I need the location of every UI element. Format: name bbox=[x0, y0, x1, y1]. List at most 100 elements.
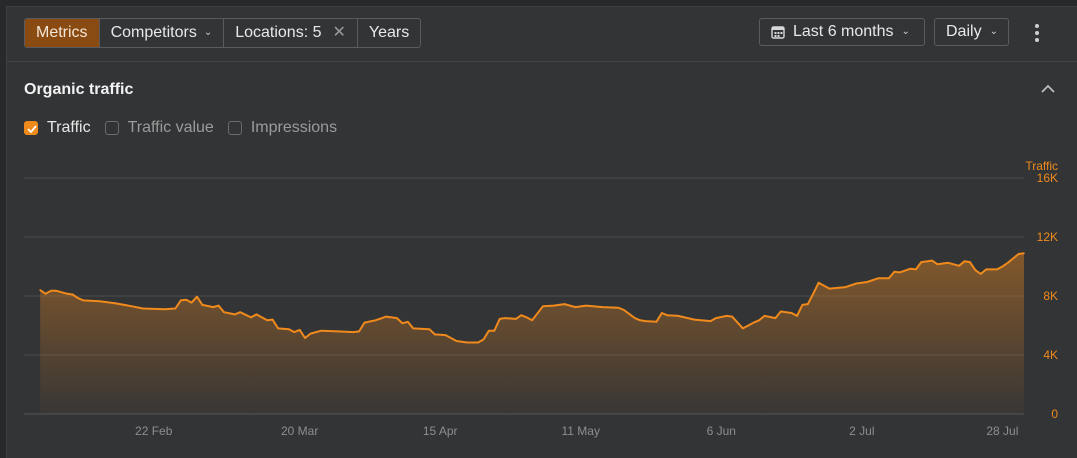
traffic-data-point bbox=[780, 310, 782, 313]
traffic-data-point bbox=[455, 340, 458, 342]
traffic-data-point bbox=[1007, 262, 1009, 264]
traffic-data-point bbox=[1023, 252, 1025, 254]
traffic-data-point bbox=[352, 331, 355, 333]
traffic-data-point bbox=[877, 277, 879, 280]
traffic-data-point bbox=[542, 305, 544, 308]
traffic-data-point bbox=[758, 319, 760, 322]
traffic-data-point bbox=[385, 315, 388, 318]
traffic-data-point bbox=[969, 261, 971, 263]
traffic-data-point bbox=[250, 316, 252, 319]
x-tick-label: 20 Mar bbox=[281, 424, 318, 438]
traffic-data-point bbox=[498, 318, 501, 320]
traffic-data-point bbox=[374, 319, 377, 322]
traffic-data-point bbox=[774, 317, 777, 319]
traffic-data-point bbox=[931, 259, 933, 262]
traffic-data-point bbox=[731, 315, 733, 318]
traffic-panel: Metrics Competitors ⌄ Locations: 5 ✕ Yea… bbox=[6, 6, 1077, 458]
traffic-data-point bbox=[601, 306, 604, 308]
traffic-data-point bbox=[920, 261, 923, 263]
traffic-data-point bbox=[407, 321, 409, 323]
traffic-data-point bbox=[693, 318, 696, 321]
traffic-data-point bbox=[974, 269, 977, 272]
x-tick-label: 11 May bbox=[562, 424, 600, 438]
traffic-data-point bbox=[520, 314, 523, 317]
traffic-data-point bbox=[212, 306, 214, 308]
traffic-data-point bbox=[909, 267, 912, 270]
traffic-data-point bbox=[309, 332, 312, 335]
traffic-data-point bbox=[915, 268, 917, 271]
traffic-data-point bbox=[715, 317, 717, 319]
traffic-data-point bbox=[363, 321, 366, 324]
traffic-data-point bbox=[266, 319, 269, 322]
traffic-data-point bbox=[752, 321, 755, 324]
traffic-data-point bbox=[666, 314, 668, 317]
traffic-data-point bbox=[190, 301, 193, 304]
traffic-data-point bbox=[655, 321, 658, 323]
traffic-data-point bbox=[466, 341, 469, 344]
traffic-data-point bbox=[796, 315, 798, 317]
traffic-data-point bbox=[196, 295, 198, 298]
traffic-data-point bbox=[996, 268, 998, 271]
traffic-data-point bbox=[66, 293, 68, 295]
x-tick-label: 6 Jun bbox=[707, 424, 736, 438]
traffic-data-point bbox=[174, 307, 177, 310]
traffic-data-point bbox=[617, 307, 620, 309]
traffic-data-point bbox=[552, 304, 555, 307]
traffic-data-point bbox=[288, 328, 290, 331]
traffic-data-point bbox=[531, 319, 533, 322]
traffic-data-point bbox=[1017, 253, 1020, 255]
y-tick-label: 8K bbox=[1043, 289, 1058, 303]
traffic-data-point bbox=[866, 281, 868, 283]
traffic-data-point bbox=[763, 315, 766, 317]
y-tick-label: 12K bbox=[1037, 230, 1058, 244]
traffic-data-point bbox=[115, 302, 117, 305]
traffic-data-point bbox=[77, 297, 79, 300]
traffic-data-point bbox=[44, 293, 47, 295]
traffic-area bbox=[40, 253, 1024, 414]
traffic-data-point bbox=[828, 287, 831, 290]
x-tick-label: 28 Jul bbox=[986, 424, 1018, 438]
traffic-data-point bbox=[709, 320, 712, 322]
traffic-data-point bbox=[1001, 265, 1004, 268]
traffic-data-point bbox=[1012, 257, 1014, 260]
traffic-data-point bbox=[634, 317, 636, 319]
traffic-data-point bbox=[201, 304, 204, 306]
traffic-data-point bbox=[336, 330, 339, 333]
traffic-data-point bbox=[958, 265, 960, 267]
traffic-data-point bbox=[515, 318, 517, 320]
traffic-data-point bbox=[223, 311, 225, 314]
traffic-data-point bbox=[742, 327, 744, 330]
traffic-data-point bbox=[482, 338, 485, 341]
traffic-data-point bbox=[493, 329, 496, 332]
traffic-data-point bbox=[180, 299, 182, 302]
traffic-data-point bbox=[71, 293, 74, 296]
traffic-data-point bbox=[239, 311, 241, 314]
traffic-data-point bbox=[936, 263, 939, 266]
traffic-data-point bbox=[644, 320, 647, 322]
traffic-data-point bbox=[893, 270, 896, 273]
traffic-data-point bbox=[661, 312, 663, 314]
traffic-data-point bbox=[304, 337, 306, 339]
y-tick-label: 0 bbox=[1051, 407, 1058, 421]
traffic-data-point bbox=[807, 303, 809, 305]
traffic-data-point bbox=[396, 317, 398, 319]
traffic-data-point bbox=[525, 316, 528, 319]
traffic-data-point bbox=[412, 327, 415, 330]
traffic-data-point bbox=[801, 304, 804, 306]
traffic-data-point bbox=[163, 308, 166, 311]
traffic-data-point bbox=[50, 290, 52, 292]
y-axis-title: Traffic bbox=[1025, 159, 1058, 173]
traffic-data-point bbox=[985, 268, 987, 271]
traffic-data-point bbox=[277, 327, 279, 330]
traffic-data-point bbox=[82, 299, 85, 302]
traffic-data-point bbox=[888, 277, 890, 280]
traffic-data-point bbox=[812, 293, 814, 295]
traffic-data-point bbox=[677, 315, 679, 317]
traffic-data-point bbox=[428, 328, 431, 331]
traffic-data-point bbox=[217, 304, 220, 307]
traffic-data-point bbox=[488, 329, 490, 332]
y-tick-label: 4K bbox=[1043, 348, 1058, 362]
x-tick-label: 2 Jul bbox=[849, 424, 874, 438]
traffic-data-point bbox=[963, 260, 966, 263]
traffic-data-point bbox=[39, 289, 41, 291]
